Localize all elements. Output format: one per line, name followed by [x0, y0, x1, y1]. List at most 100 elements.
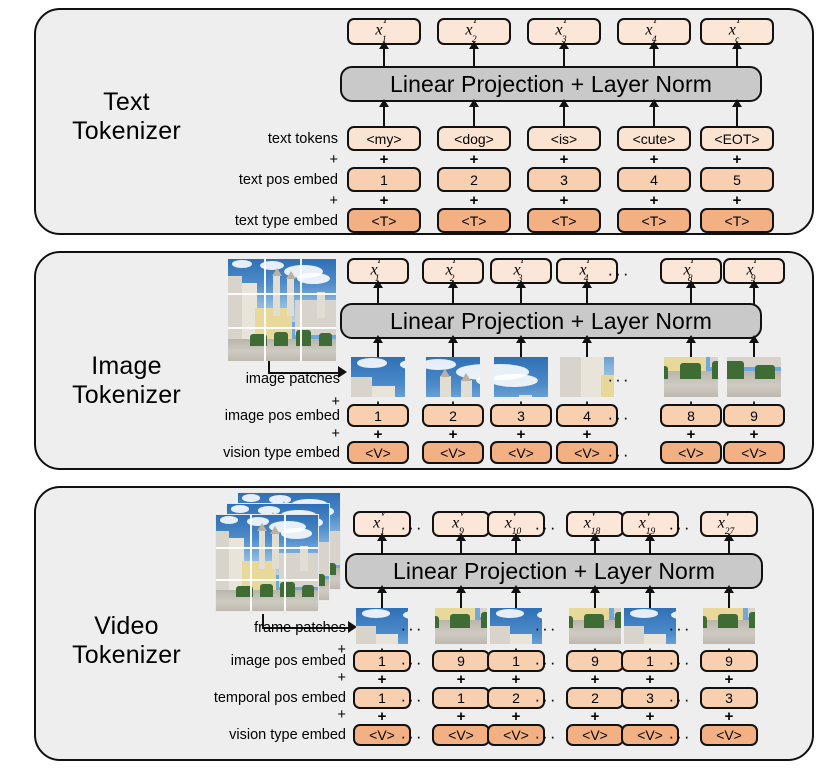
text-pos-embed-2[interactable]: 2	[437, 167, 511, 192]
ellipsis-video-type-1: ···	[400, 727, 424, 746]
text-type-embed-4[interactable]: <T>	[617, 208, 691, 233]
ellipsis-video-temporal-2: ···	[534, 690, 558, 709]
token-label: xTc	[728, 18, 742, 45]
arrow-patch-to-proj-image-4	[582, 335, 592, 358]
linear-projection-bar-text: Linear Projection + Layer Norm	[340, 66, 762, 102]
video-temporal-pos-embed-4[interactable]: 2	[566, 687, 624, 709]
token-label: xI8	[683, 258, 694, 282]
plus-text-pos-3: +	[559, 192, 569, 209]
plus-text-pos-5: +	[732, 192, 742, 209]
token-label: xI9	[746, 258, 757, 282]
arrow-token-to-proj-text-5	[732, 99, 742, 126]
plus-image-pos: +	[582, 426, 592, 443]
ellipsis-video-type-3: ···	[668, 727, 692, 746]
video-type-embed-6[interactable]: <V>	[700, 724, 758, 746]
photo-tree	[615, 611, 621, 628]
token-label: xT3	[555, 18, 568, 45]
photo-tree	[679, 363, 701, 379]
video-temporal-pos-embed-2[interactable]: 1	[432, 687, 490, 709]
photo-cloud	[231, 504, 250, 513]
image-patch-6	[727, 357, 781, 397]
photo-building-left-tower	[560, 357, 582, 397]
text-pos-embed-3[interactable]: 3	[527, 167, 601, 192]
arrow-token-to-proj-text-3	[559, 99, 569, 126]
plus-text-tok-4: +	[649, 151, 659, 168]
ellipsis-video-pos-1: ···	[400, 653, 424, 672]
plus-video-pos: +	[456, 671, 466, 688]
video-type-embed-2[interactable]: <V>	[432, 724, 490, 746]
image-type-embed-5[interactable]: <V>	[660, 441, 722, 464]
image-pos-embed-3[interactable]: 3	[490, 404, 552, 427]
video-temporal-pos-embed-6[interactable]: 3	[700, 687, 758, 709]
text-token-2[interactable]: <dog>	[437, 126, 511, 151]
video-image-pos-embed-2[interactable]: 9	[432, 650, 490, 672]
text-token-5[interactable]: <EOT>	[700, 126, 774, 151]
plus-video-temporal: +	[377, 708, 387, 725]
text-type-embed-1[interactable]: <T>	[347, 208, 421, 233]
text-pos-embed-4[interactable]: 4	[617, 167, 691, 192]
arrow-token-to-proj-text-2	[469, 99, 479, 126]
video-image-pos-embed-4[interactable]: 9	[566, 650, 624, 672]
ellipsis-video-outputs-2: ···	[534, 518, 558, 537]
video-image-pos-embed-6[interactable]: 9	[700, 650, 758, 672]
image-type-embed-6[interactable]: <V>	[723, 441, 785, 464]
image-pos-embed-5[interactable]: 8	[660, 404, 722, 427]
token-label: xI1	[370, 258, 381, 282]
image-patch-3	[494, 357, 548, 397]
plus-video-pos: +	[724, 671, 734, 688]
text-type-embed-3[interactable]: <T>	[527, 208, 601, 233]
token-label: xT2	[465, 18, 478, 45]
photo-patch-grid	[216, 515, 318, 611]
token-label: xT1	[375, 18, 388, 45]
label-plus-video-2: +	[337, 670, 346, 686]
text-token-3[interactable]: <is>	[527, 126, 601, 151]
photo-tower-left	[440, 369, 451, 397]
photo-tree	[481, 611, 487, 628]
image-patch-1	[351, 357, 405, 397]
token-label: xI3	[513, 258, 524, 282]
photo-tower-cap	[461, 372, 472, 381]
image-type-embed-3[interactable]: <V>	[490, 441, 552, 464]
photo-tower-cap	[440, 369, 451, 378]
image-type-embed-2[interactable]: <V>	[422, 441, 484, 464]
image-pos-embed-2[interactable]: 2	[422, 404, 484, 427]
label-image-patches: image patches	[245, 371, 340, 387]
photo-tower-right	[461, 372, 472, 397]
arrow-patch-to-proj-image-2	[448, 335, 458, 358]
text-pos-embed-1[interactable]: 1	[347, 167, 421, 192]
text-type-embed-5[interactable]: <T>	[700, 208, 774, 233]
text-token-1[interactable]: <my>	[347, 126, 421, 151]
photo-building-left-tower	[356, 626, 377, 644]
text-type-embed-2[interactable]: <T>	[437, 208, 511, 233]
patch-image	[435, 608, 487, 644]
plus-image-pos: +	[686, 426, 696, 443]
patch-image	[351, 357, 405, 397]
plus-image-pos: +	[516, 426, 526, 443]
plus-text-tok-2: +	[469, 151, 479, 168]
photo-cloud	[362, 609, 391, 618]
video-source-frames	[215, 492, 347, 614]
photo-tree	[584, 613, 605, 628]
image-type-embed-1[interactable]: <V>	[347, 441, 409, 464]
plus-text-tok-1: +	[379, 151, 389, 168]
text-token-4[interactable]: <cute>	[617, 126, 691, 151]
ellipsis-image-outputs: ···	[607, 264, 631, 283]
ellipsis-image-patches: ···	[607, 370, 631, 389]
photo-hedge	[703, 615, 708, 628]
ellipsis-video-patches-2: ···	[534, 619, 558, 638]
image-source-photo	[228, 259, 336, 361]
patch-image	[494, 357, 548, 397]
ellipsis-video-patches-3: ···	[668, 619, 692, 638]
label-image-pos-embed: image pos embed	[224, 408, 340, 424]
patch-image	[569, 608, 621, 644]
plus-image-pos: +	[448, 426, 458, 443]
video-type-embed-4[interactable]: <V>	[566, 724, 624, 746]
text-pos-embed-5[interactable]: 5	[700, 167, 774, 192]
ellipsis-video-pos-2: ···	[534, 653, 558, 672]
ellipsis-video-pos-3: ···	[668, 653, 692, 672]
image-pos-embed-6[interactable]: 9	[723, 404, 785, 427]
photo-tree	[749, 611, 755, 628]
label-plus-video-3: +	[337, 707, 346, 723]
token-label: xV18	[583, 511, 600, 535]
image-pos-embed-1[interactable]: 1	[347, 404, 409, 427]
